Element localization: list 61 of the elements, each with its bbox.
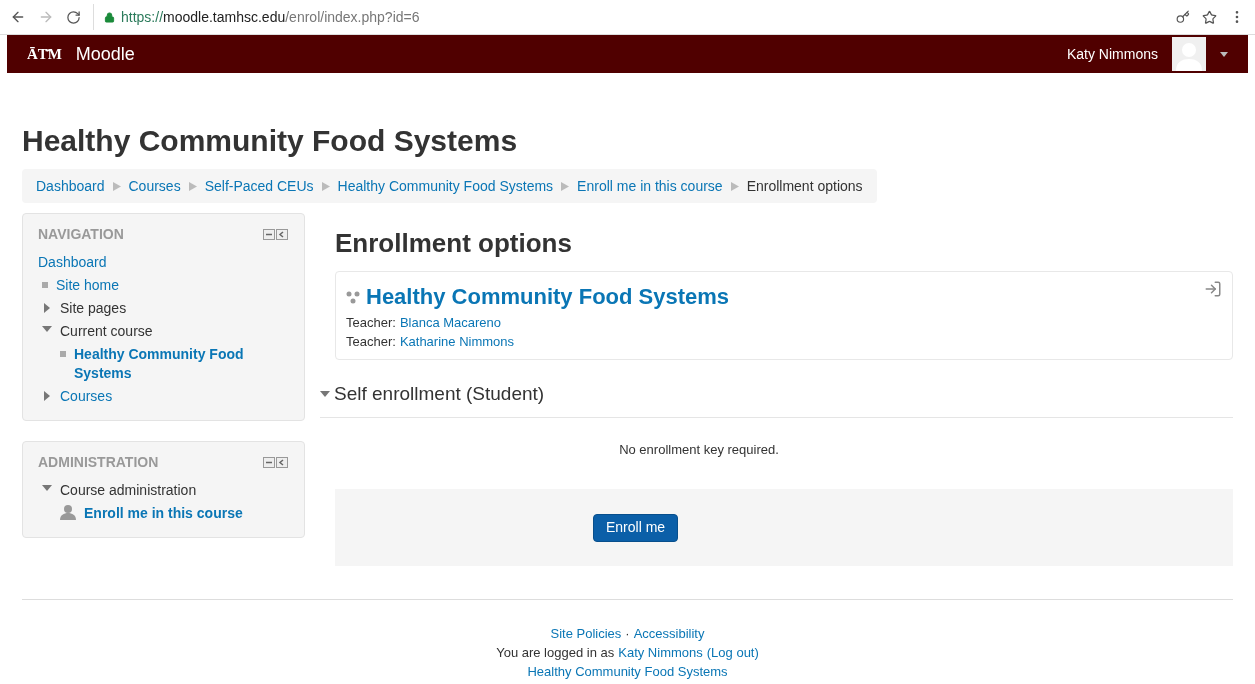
nav-label: Site pages [60,299,127,318]
bullet-icon [60,351,66,357]
separator-icon [730,181,739,191]
collapsed-caret-icon[interactable] [44,303,50,313]
footer-course-link[interactable]: Healthy Community Food Systems [527,662,728,681]
nav-link[interactable]: Courses [60,387,113,406]
separator-icon [188,181,197,191]
block-controls-icon[interactable] [263,457,289,468]
course-icon [346,289,360,304]
block-controls-icon[interactable] [263,229,289,240]
separator-dot: · [625,625,630,643]
nav-label: Course administration [60,481,197,500]
block-title: NAVIGATION [38,225,124,244]
person-icon [60,504,76,520]
teacher-link[interactable]: Katharine Nimmons [399,332,515,351]
reload-icon[interactable] [66,9,81,25]
nav-link[interactable]: Healthy Community Food Systems [74,345,289,383]
user-link[interactable]: Katy Nimmons [618,643,703,662]
user-name[interactable]: Katy Nimmons [1066,43,1158,65]
teacher-label: Teacher: [346,333,396,351]
enroll-button[interactable]: Enroll me [593,513,679,542]
breadcrumb-link[interactable]: Enroll me in this course [577,175,723,197]
enrol-icon[interactable] [1204,280,1222,298]
enrollment-note: No enrollment key required. [618,440,780,459]
breadcrumb-link[interactable]: Courses [128,175,181,197]
teacher-label: Teacher: [346,314,396,332]
expanded-caret-icon[interactable] [320,391,330,398]
nav-link[interactable]: Dashboard [38,253,107,272]
breadcrumb-link[interactable]: Self-Paced CEUs [204,175,314,197]
block-title: ADMINISTRATION [38,453,159,472]
dropdown-caret-icon[interactable] [1220,51,1228,57]
nav-link[interactable]: Enroll me in this course [84,504,243,523]
logout-link[interactable]: (Log out) [706,643,759,662]
key-icon[interactable] [1176,10,1190,24]
section-heading: Enrollment options [335,227,573,259]
page-title: Healthy Community Food Systems [22,123,519,159]
separator-icon [112,181,121,191]
collapsed-caret-icon[interactable] [44,391,50,401]
breadcrumb-link[interactable]: Healthy Community Food Systems [337,175,554,197]
separator-icon [561,181,570,191]
course-title-link[interactable]: Healthy Community Food Systems [366,280,730,313]
bookmark-star-icon[interactable] [1202,9,1217,25]
back-icon[interactable] [10,9,26,25]
footer-link[interactable]: Accessibility [633,624,705,643]
lock-icon [104,11,115,23]
breadcrumb-link[interactable]: Dashboard [36,175,105,197]
bullet-icon [42,282,48,288]
section-toggle[interactable]: Self enrollment (Student) [334,380,545,409]
login-info: You are logged in as [496,644,615,662]
brand-logo[interactable]: ĀТ̄М [27,42,62,66]
nav-label: Current course [60,322,153,341]
separator-icon [321,181,330,191]
nav-link[interactable]: Site home [56,276,120,295]
breadcrumb-current: Enrollment options [746,176,863,196]
expanded-caret-icon[interactable] [42,485,52,491]
footer-link[interactable]: Site Policies [550,624,622,643]
address-bar[interactable]: https://moodle.tamhsc.edu/enrol/index.php?id=6 [93,4,1164,30]
url-text: https://moodle.tamhsc.edu/enrol/index.php?id=6 [121,7,420,27]
brand-name[interactable]: Moodle [75,40,135,68]
expanded-caret-icon[interactable] [42,326,52,332]
teacher-link[interactable]: Blanca Macareno [399,313,502,332]
